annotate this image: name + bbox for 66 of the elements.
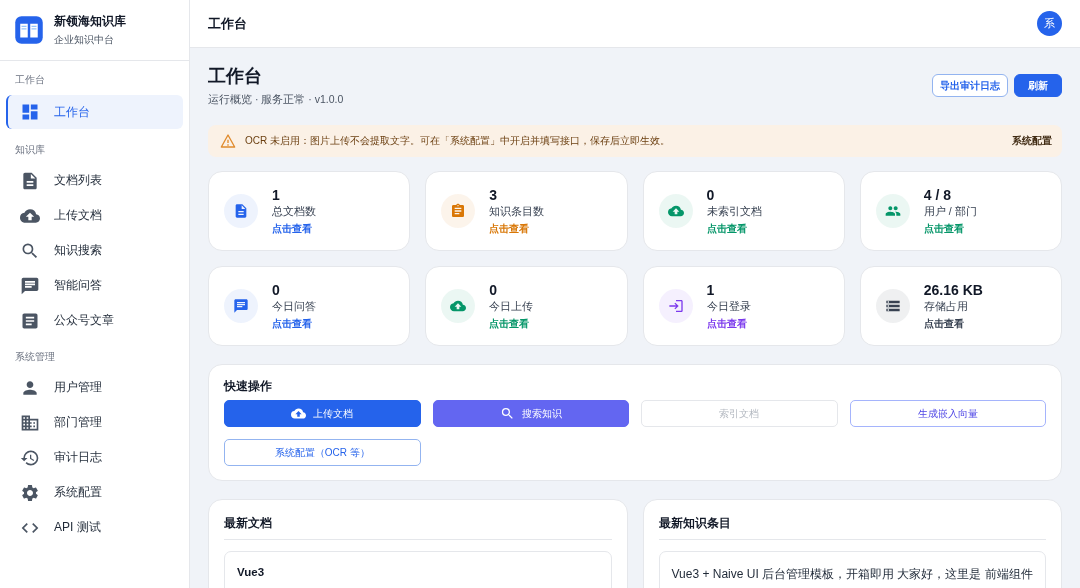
action-button[interactable]: 搜索知识 xyxy=(432,400,629,427)
stat-label: 今日问答 xyxy=(272,299,316,314)
panel-title: 最新文档 xyxy=(224,516,273,531)
stat-value: 0 xyxy=(706,186,716,203)
nav-group-label: 工作台 xyxy=(14,73,46,87)
stat-label: 未索引文档 xyxy=(706,204,762,219)
alert-text: OCR 未启用：图片上传不会提取文字。可在「系统配置」中开启并填写接口，保存后立即生效。 xyxy=(245,134,671,148)
document-item[interactable]: Vue3 xyxy=(224,551,612,588)
chat-icon xyxy=(20,275,40,296)
view-link[interactable]: 点击查看 xyxy=(923,316,983,331)
stat-value: 4 / 8 xyxy=(923,186,952,203)
sidebar-item[interactable]: 上传文档 xyxy=(6,198,183,233)
sidebar-item[interactable]: 部门管理 xyxy=(6,405,183,440)
dashboard-icon xyxy=(20,102,40,122)
view-link[interactable]: 点击查看 xyxy=(706,316,751,331)
knowledge-text: Vue3 + Naive UI 后台管理模板，开箱即用 大家好，这里是 前端组件 xyxy=(671,566,1033,583)
nav-group-label: 知识库 xyxy=(14,143,46,157)
book-logo-icon xyxy=(14,15,44,45)
stat-value: 1 xyxy=(272,186,281,203)
sidebar-item[interactable]: API 测试 xyxy=(6,510,183,545)
panel-title: 快速操作 xyxy=(224,379,273,394)
stat-label: 总文档数 xyxy=(272,204,316,219)
view-link[interactable]: 点击查看 xyxy=(489,316,534,331)
upload-icon xyxy=(291,406,307,421)
action-button[interactable]: 系统配置（OCR 等） xyxy=(224,439,421,466)
stat-label: 存储占用 xyxy=(923,299,969,314)
export-button[interactable]: 导出审计日志 xyxy=(932,74,1008,97)
refresh-button[interactable]: 刷新 xyxy=(1014,74,1062,97)
warning-icon xyxy=(220,133,236,149)
stat-label: 知识条目数 xyxy=(489,204,545,219)
sidebar-item[interactable]: 智能问答 xyxy=(6,268,183,303)
settings-icon xyxy=(20,482,40,503)
document-icon xyxy=(20,170,40,191)
view-link[interactable]: 点击查看 xyxy=(272,221,316,236)
sidebar-item[interactable]: 公众号文章 xyxy=(6,303,183,338)
view-link[interactable]: 点击查看 xyxy=(272,316,316,331)
page-title: 工作台 xyxy=(208,65,263,88)
search-icon xyxy=(499,406,515,421)
stat-value: 0 xyxy=(272,281,281,298)
nav-group-label: 系统管理 xyxy=(14,350,56,364)
panel-title: 最新知识条目 xyxy=(658,516,732,531)
settings-link[interactable]: 系统配置 xyxy=(1012,134,1052,148)
brand-subtitle: 企业知识中台 xyxy=(54,33,115,47)
stat-value: 0 xyxy=(489,281,499,298)
action-button[interactable]: 上传文档 xyxy=(224,400,421,427)
sidebar-item[interactable]: 知识搜索 xyxy=(6,233,183,268)
stat-label: 用户 / 部门 xyxy=(923,204,977,219)
avatar[interactable]: 系 xyxy=(1037,11,1062,36)
sidebar-item[interactable]: 文档列表 xyxy=(6,163,183,198)
sidebar-item[interactable]: 用户管理 xyxy=(6,370,183,405)
view-link[interactable]: 点击查看 xyxy=(923,221,977,236)
stat-value: 3 xyxy=(489,186,499,203)
document-title: Vue3 xyxy=(237,566,266,578)
brand-name: 新领海知识库 xyxy=(54,13,126,30)
sidebar-item[interactable]: 审计日志 xyxy=(6,440,183,475)
knowledge-item[interactable]: Vue3 + Naive UI 后台管理模板，开箱即用 大家好，这里是 前端组件 xyxy=(658,551,1046,588)
stat-label: 今日登录 xyxy=(706,299,751,314)
stat-value: 26.16 KB xyxy=(923,281,983,298)
stat-label: 今日上传 xyxy=(489,299,534,314)
topbar-title: 工作台 xyxy=(208,14,247,33)
sidebar-item[interactable]: 工作台 xyxy=(6,95,183,129)
stat-value: 1 xyxy=(706,281,716,298)
view-link[interactable]: 点击查看 xyxy=(706,221,762,236)
page-subtitle: 运行概览 · 服务正常 · v1.0.0 xyxy=(208,93,344,107)
action-button[interactable]: 生成嵌入向量 xyxy=(849,400,1046,427)
sidebar-item[interactable]: 系统配置 xyxy=(6,475,183,510)
